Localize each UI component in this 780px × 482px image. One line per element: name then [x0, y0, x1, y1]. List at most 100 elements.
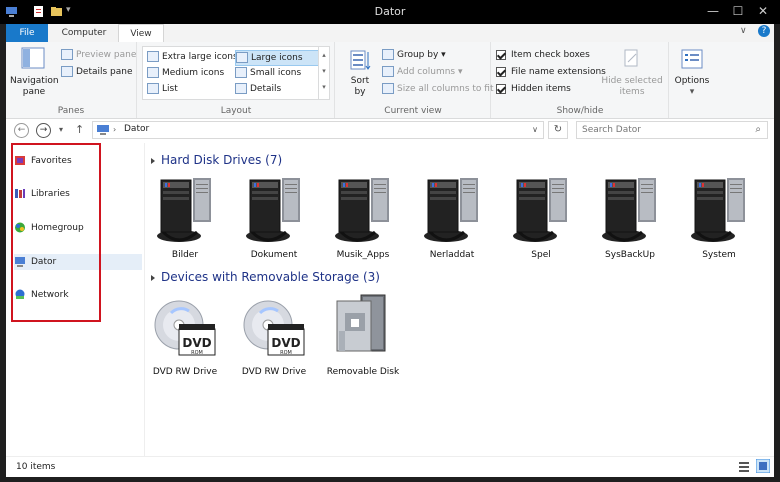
details-icon [235, 83, 247, 94]
explorer-window: ▾ Dator — ☐ ✕ File Computer View ∨ ? Nav… [0, 0, 780, 482]
drive-item[interactable]: Removable Disk [321, 291, 405, 395]
up-arrow-icon[interactable]: ↑ [75, 123, 84, 136]
group-by-button[interactable]: Group by ▾ [382, 48, 446, 62]
group-collapse-icon[interactable] [151, 274, 155, 281]
address-row: ← → ▾ ↑ › Dator ∨ ↻ Search Dator ⌕ [6, 119, 774, 143]
maximize-button[interactable]: ☐ [727, 2, 749, 20]
item-count: 10 items [16, 462, 56, 472]
highlight-box [11, 143, 101, 322]
drive-item[interactable]: Nerladdat [410, 174, 494, 278]
collapse-ribbon-icon[interactable]: ∨ [740, 26, 747, 36]
drive-item[interactable]: Spel [499, 174, 583, 278]
small-icons-icon [235, 67, 247, 78]
add-columns-button[interactable]: Add columns ▾ [382, 65, 463, 79]
rom-logo-text: ROM [191, 350, 203, 356]
drive-label: Dokument [250, 250, 298, 260]
drive-item[interactable]: Dokument [232, 174, 316, 278]
drive-item[interactable]: DVD ROM DVD RW Drive [143, 291, 227, 395]
file-name-extensions-toggle[interactable]: File name extensions [496, 65, 606, 79]
details-pane-icon [61, 66, 73, 77]
dvd-drive-icon: DVDROM [243, 300, 305, 356]
removable-disk-icon [336, 294, 386, 352]
ribbon: Navigation pane Preview pane Details pan… [6, 42, 774, 119]
checkbox-checked-icon[interactable] [496, 66, 506, 77]
hide-selected-icon[interactable] [622, 48, 642, 70]
drive-label: DVD RW Drive [241, 367, 307, 377]
show-hide-group-label: Show/hide [556, 106, 604, 116]
details-view-icon[interactable] [738, 461, 750, 472]
hide-selected-button-line2: items [619, 87, 645, 97]
address-dropdown-icon[interactable]: ∨ [532, 125, 538, 134]
details-pane-button[interactable]: Details pane [61, 65, 133, 79]
layout-gallery-scroll[interactable]: ▴ ▾ ▾ [318, 47, 329, 99]
minimize-button[interactable]: — [702, 2, 724, 20]
current-view-group: Sort by Group by ▾ Add columns ▾ Size al… [336, 42, 494, 118]
address-bar[interactable]: › Dator ∨ [92, 121, 544, 139]
add-columns-icon [382, 66, 394, 77]
group-header-removable-storage[interactable]: Devices with Removable Storage (3) [145, 269, 774, 285]
layout-list[interactable]: List [147, 82, 178, 96]
large-icons-icon [236, 52, 248, 63]
close-button[interactable]: ✕ [752, 2, 774, 20]
tab-file[interactable]: File [6, 24, 48, 42]
drive-label: Musik_Apps [336, 250, 390, 260]
back-button[interactable]: ← [14, 123, 29, 138]
navigation-pane-icon[interactable] [21, 46, 45, 70]
drive-item[interactable]: System [677, 174, 761, 278]
forward-button[interactable]: → [36, 123, 51, 138]
preview-pane-button[interactable]: Preview pane [61, 48, 136, 62]
drive-label: Bilder [171, 250, 199, 260]
drive-item[interactable]: Bilder [143, 174, 227, 278]
hard-drive-icon [246, 178, 300, 242]
dvd-logo-text: DVD [271, 336, 300, 350]
search-box[interactable]: Search Dator ⌕ [576, 121, 768, 139]
refresh-button[interactable]: ↻ [548, 121, 568, 139]
ribbon-tabs: File Computer View ∨ ? [6, 24, 774, 43]
layout-medium-icons[interactable]: Medium icons [147, 66, 224, 80]
window-title: Dator [374, 5, 406, 18]
options-icon[interactable] [680, 48, 704, 70]
drive-label: Spel [531, 250, 551, 260]
hidden-items-toggle[interactable]: Hidden items [496, 82, 571, 96]
group-collapse-icon[interactable] [151, 157, 155, 164]
dvd-logo-text: DVD [182, 336, 211, 350]
search-icon[interactable]: ⌕ [755, 122, 761, 138]
show-hide-group: Item check boxes File name extensions Hi… [492, 42, 669, 118]
large-icons-view-icon[interactable] [756, 459, 770, 473]
item-check-boxes-toggle[interactable]: Item check boxes [496, 48, 590, 62]
drive-label: Nerladdat [429, 250, 475, 260]
layout-extra-large-icons[interactable]: Extra large icons [147, 50, 238, 64]
drive-item[interactable]: DVD ROM DVD RW Drive [232, 291, 316, 395]
layout-group: Extra large icons Large icons Medium ico… [138, 42, 335, 118]
options-group: Options ▾ [670, 42, 714, 118]
breadcrumb-location[interactable]: Dator [124, 124, 149, 134]
group-header-hard-disk-drives[interactable]: Hard Disk Drives (7) [145, 152, 774, 168]
checkbox-checked-icon[interactable] [496, 83, 506, 94]
checkbox-checked-icon[interactable] [496, 49, 506, 60]
list-icon [147, 83, 159, 94]
options-dropdown-icon[interactable]: ▾ [670, 85, 714, 99]
hard-drive-icon [513, 178, 567, 242]
search-input[interactable]: Search Dator [582, 125, 641, 135]
recent-locations-icon[interactable]: ▾ [59, 125, 63, 134]
breadcrumb-separator-icon[interactable]: › [113, 125, 116, 134]
drive-item[interactable]: Musik_Apps [321, 174, 405, 278]
layout-details[interactable]: Details [235, 82, 281, 96]
hard-drive-icon [691, 178, 745, 242]
layout-small-icons[interactable]: Small icons [235, 66, 301, 80]
layout-large-icons[interactable]: Large icons [235, 50, 319, 66]
drive-label: System [702, 250, 736, 260]
drive-label: Removable Disk [326, 367, 400, 377]
sort-icon[interactable] [348, 48, 372, 72]
tab-computer[interactable]: Computer [50, 24, 118, 42]
panes-group-label: Panes [57, 106, 85, 116]
size-all-columns-button[interactable]: Size all columns to fit [382, 82, 494, 96]
rom-logo-text: ROM [280, 350, 292, 356]
tab-view[interactable]: View [118, 24, 164, 43]
help-icon[interactable]: ? [758, 25, 770, 37]
title-bar: ▾ Dator — ☐ ✕ [0, 0, 780, 24]
sort-by-button-line2[interactable]: by [344, 85, 376, 99]
hard-drive-icon [335, 178, 389, 242]
drive-item[interactable]: SysBackUp [588, 174, 672, 278]
navigation-pane-button-line2[interactable]: pane [10, 85, 58, 99]
